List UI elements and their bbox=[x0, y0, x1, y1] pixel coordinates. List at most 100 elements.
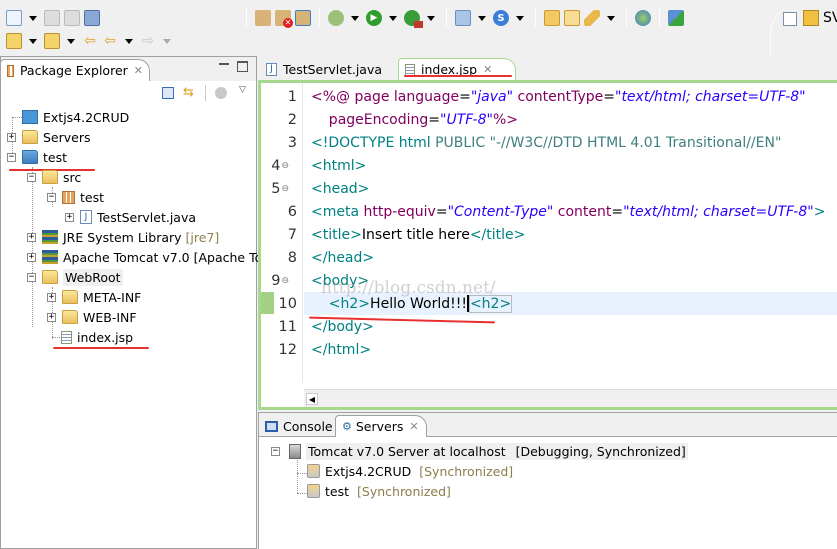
toolbar-separator bbox=[659, 9, 660, 27]
svn-perspective-icon[interactable] bbox=[803, 10, 819, 26]
toolbar-row-2: ⇦ ⇦ ⇨ bbox=[4, 31, 176, 51]
debug-icon[interactable] bbox=[328, 10, 344, 26]
open-type-icon[interactable] bbox=[544, 10, 560, 26]
tab-console[interactable]: Console bbox=[259, 415, 339, 437]
code-line-2: pageEncoding = "UTF-8" %> bbox=[311, 111, 519, 128]
expand-icon[interactable]: + bbox=[27, 252, 36, 262]
save-icon[interactable] bbox=[44, 10, 60, 26]
tab-testservlet-java[interactable]: J TestServlet.java bbox=[260, 58, 388, 80]
line-number: 5 bbox=[271, 180, 281, 197]
external-tools-dropdown[interactable] bbox=[427, 15, 435, 21]
tree-item-webroot[interactable]: − WebRoot bbox=[27, 267, 123, 287]
web-project-icon bbox=[22, 150, 38, 164]
tomcat-stop-icon[interactable]: ✕ bbox=[275, 10, 293, 28]
run-dropdown[interactable] bbox=[389, 15, 397, 21]
search-pen-icon[interactable] bbox=[584, 10, 600, 26]
next-annotation-icon[interactable] bbox=[6, 33, 22, 49]
collapse-icon[interactable]: − bbox=[47, 192, 56, 202]
back-icon[interactable]: ⇦ bbox=[102, 33, 118, 49]
tree-item-index-jsp[interactable]: index.jsp bbox=[61, 327, 133, 347]
server-module-extjs[interactable]: Extjs4.2CRUD [Synchronized] bbox=[307, 461, 513, 481]
minimize-icon[interactable] bbox=[219, 63, 229, 65]
expand-icon[interactable]: + bbox=[7, 132, 16, 142]
tree-label: src bbox=[63, 169, 82, 185]
save-all-icon[interactable] bbox=[64, 10, 80, 26]
prev-annotation-dropdown[interactable] bbox=[67, 38, 75, 44]
tomcat-restart-icon[interactable] bbox=[295, 10, 311, 26]
servers-icon: ⚙ bbox=[342, 420, 352, 433]
tab-package-explorer[interactable]: Package Explorer ✕ bbox=[0, 59, 150, 81]
expand-icon[interactable]: + bbox=[47, 312, 56, 322]
package-explorer-toolbar: ⇆ ▽ bbox=[1, 81, 256, 105]
tree-item-servers[interactable]: + Servers bbox=[7, 127, 91, 147]
last-edit-icon[interactable]: ⇦ bbox=[82, 33, 98, 49]
tab-servers[interactable]: ⚙ Servers ✕ bbox=[335, 415, 427, 437]
tree-label: WEB-INF bbox=[83, 309, 137, 325]
filters-icon[interactable] bbox=[215, 87, 227, 99]
server-module-test[interactable]: test [Synchronized] bbox=[307, 481, 451, 501]
collapse-icon[interactable]: − bbox=[7, 152, 16, 162]
perspective-label[interactable]: SV bbox=[823, 10, 837, 26]
run-icon[interactable]: ▶ bbox=[366, 10, 382, 26]
tree-item-test-project[interactable]: − test bbox=[7, 147, 67, 167]
forward-dropdown[interactable] bbox=[163, 38, 171, 44]
line-number-fold: 4 ⊖ bbox=[261, 154, 289, 177]
server-tomcat[interactable]: − Tomcat v7.0 Server at localhost [Debug… bbox=[271, 441, 688, 461]
toolbar-separator bbox=[205, 85, 206, 101]
tree-item-tomcat-lib[interactable]: + Apache Tomcat v7.0 [Apache Ton bbox=[27, 247, 270, 267]
line-number: 7 bbox=[287, 226, 297, 243]
next-annotation-dropdown[interactable] bbox=[29, 38, 37, 44]
fold-icon[interactable]: ⊖ bbox=[281, 184, 289, 194]
globe-icon[interactable] bbox=[635, 10, 651, 26]
tree-label: index.jsp bbox=[77, 329, 134, 345]
deploy-icon[interactable] bbox=[668, 10, 684, 26]
code-editor[interactable]: 1 2 3 4 ⊖ 5 ⊖ 6 7 8 9 ⊖ 10 11 12 <%@ page l… bbox=[258, 80, 837, 410]
project-icon bbox=[22, 110, 38, 124]
toolbar-separator bbox=[319, 9, 320, 27]
horizontal-scrollbar[interactable]: ◀ bbox=[304, 389, 837, 407]
toolbar-separator bbox=[535, 9, 536, 27]
scroll-left-icon[interactable]: ◀ bbox=[306, 393, 318, 405]
tree-label: META-INF bbox=[83, 289, 142, 305]
open-perspective-icon[interactable] bbox=[783, 12, 797, 26]
search-dropdown[interactable] bbox=[607, 15, 615, 21]
fold-icon[interactable]: ⊖ bbox=[281, 276, 289, 286]
watermark: http://blog.csdn.net/ bbox=[321, 278, 496, 298]
tab-label: TestServlet.java bbox=[283, 61, 383, 77]
open-resource-icon[interactable] bbox=[564, 10, 580, 26]
back-dropdown[interactable] bbox=[125, 38, 133, 44]
close-icon[interactable]: ✕ bbox=[409, 420, 418, 433]
collapse-all-icon[interactable] bbox=[162, 87, 174, 99]
tomcat-start-icon[interactable] bbox=[255, 10, 271, 26]
tree-item-src[interactable]: − src bbox=[27, 167, 81, 187]
close-icon[interactable]: ✕ bbox=[134, 64, 143, 77]
code-line-3: <!DOCTYPE html PUBLIC "-//W3C//DTD HTML … bbox=[311, 134, 782, 151]
collapse-icon[interactable]: − bbox=[27, 272, 36, 282]
expand-icon[interactable]: + bbox=[65, 212, 74, 222]
tree-item-test-package[interactable]: − test bbox=[47, 187, 104, 207]
new-server-icon[interactable] bbox=[455, 10, 471, 26]
new-dropdown[interactable] bbox=[29, 15, 37, 21]
new-service-icon[interactable]: S bbox=[493, 10, 509, 26]
expand-icon[interactable]: + bbox=[47, 292, 56, 302]
tree-item-testservlet[interactable]: + J TestServlet.java bbox=[65, 207, 196, 227]
maximize-icon[interactable] bbox=[237, 61, 248, 72]
tree-item-web-inf[interactable]: + WEB-INF bbox=[47, 307, 137, 327]
prev-annotation-icon[interactable] bbox=[44, 33, 60, 49]
tree-item-extjs[interactable]: Extjs4.2CRUD bbox=[7, 107, 129, 127]
view-menu-icon[interactable]: ▽ bbox=[239, 85, 246, 95]
collapse-icon[interactable]: − bbox=[271, 446, 280, 456]
tree-item-jre[interactable]: + JRE System Library [jre7] bbox=[27, 227, 219, 247]
new-server-dropdown[interactable] bbox=[478, 15, 486, 21]
print-icon[interactable] bbox=[84, 10, 100, 26]
expand-icon[interactable]: + bbox=[27, 232, 36, 242]
new-icon[interactable] bbox=[6, 10, 22, 26]
forward-icon[interactable]: ⇨ bbox=[140, 33, 156, 49]
debug-dropdown[interactable] bbox=[351, 15, 359, 21]
collapse-icon[interactable]: − bbox=[27, 172, 36, 182]
link-with-editor-icon[interactable]: ⇆ bbox=[183, 85, 194, 100]
fold-icon[interactable]: ⊖ bbox=[281, 161, 289, 171]
tree-item-meta-inf[interactable]: + META-INF bbox=[47, 287, 141, 307]
external-tools-icon[interactable] bbox=[404, 10, 423, 28]
new-service-dropdown[interactable] bbox=[516, 15, 524, 21]
